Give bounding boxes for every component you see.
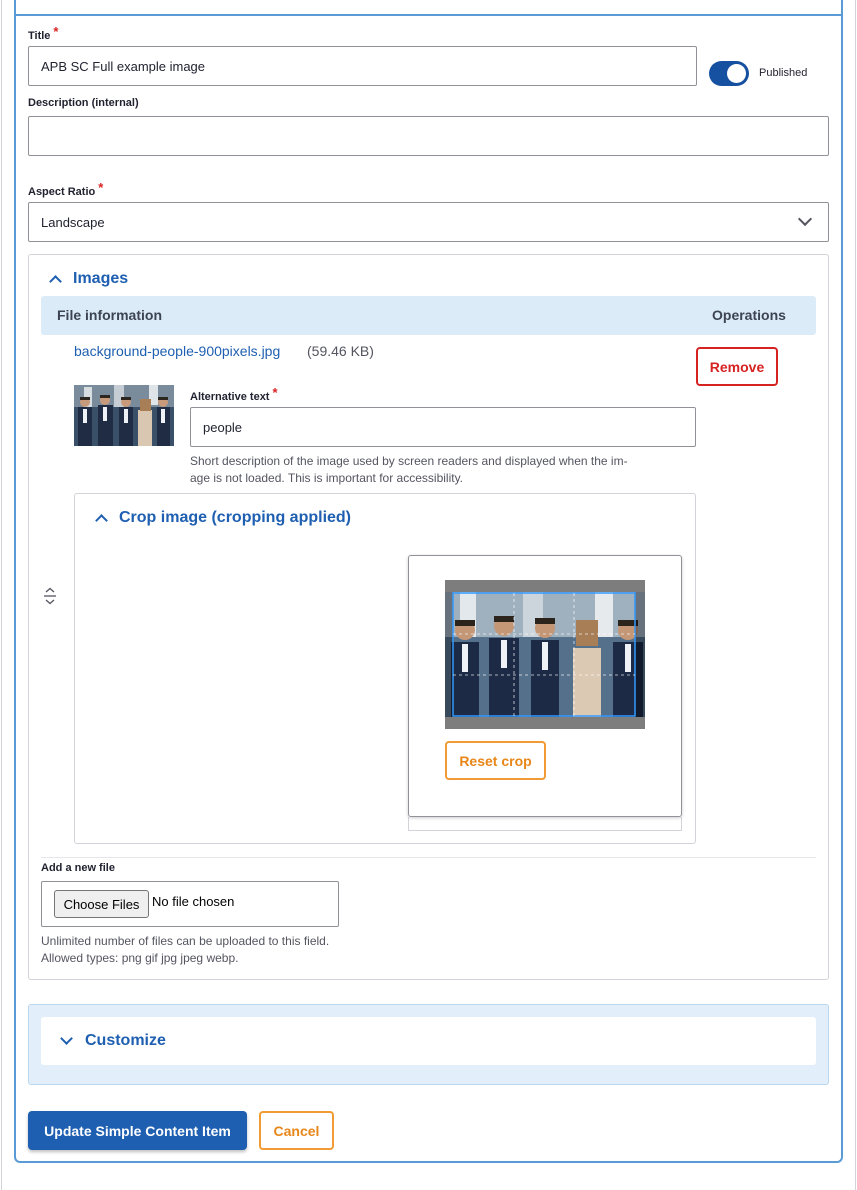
divider: [41, 857, 816, 858]
drag-handle-icon[interactable]: [42, 586, 58, 606]
aspect-ratio-label-text: Aspect Ratio: [28, 186, 96, 198]
customize-summary[interactable]: Customize: [85, 1032, 166, 1050]
cancel-button[interactable]: Cancel: [259, 1111, 334, 1150]
alt-text-help-line-1: Short description of the image used by s…: [190, 454, 628, 468]
aspect-ratio-select[interactable]: Landscape: [28, 202, 829, 242]
remove-button[interactable]: Remove: [696, 347, 778, 386]
upload-help-line-1: Unlimited number of files can be uploade…: [41, 934, 330, 948]
title-label: Title *: [28, 24, 59, 42]
alt-text-help-line-2: age is not loaded. This is important for…: [190, 471, 464, 485]
description-label: Description (internal): [28, 97, 139, 109]
update-button[interactable]: Update Simple Content Item: [28, 1111, 247, 1150]
required-marker: *: [272, 385, 278, 400]
toggle-knob: [727, 64, 746, 83]
description-input[interactable]: [28, 116, 829, 156]
column-file-information: File information: [57, 307, 162, 323]
title-input-value: APB SC Full example image: [41, 58, 206, 74]
alt-text-input[interactable]: people: [190, 407, 696, 447]
file-upload-input[interactable]: Choose Files No file chosen: [41, 881, 339, 927]
required-marker: *: [98, 180, 104, 195]
upload-help-line-2: Allowed types: png gif jpg jpeg webp.: [41, 951, 239, 965]
upload-help: Unlimited number of files can be uploade…: [41, 933, 329, 967]
title-input[interactable]: APB SC Full example image: [28, 46, 697, 86]
published-label: Published: [759, 67, 808, 79]
alt-text-label: Alternative text *: [190, 385, 278, 403]
file-link[interactable]: background-people-900pixels.jpg: [74, 343, 280, 359]
images-summary[interactable]: Images: [73, 270, 128, 288]
choose-files-button[interactable]: Choose Files: [54, 890, 149, 918]
aspect-ratio-label: Aspect Ratio *: [28, 180, 104, 198]
alt-text-value: people: [203, 419, 243, 435]
published-toggle[interactable]: [709, 61, 749, 86]
crop-summary[interactable]: Crop image (cropping applied): [119, 509, 351, 527]
crop-panel-shadow: [408, 817, 682, 831]
file-size: (59.46 KB): [307, 343, 374, 359]
aspect-ratio-value: Landscape: [41, 214, 105, 230]
required-marker: *: [53, 24, 59, 39]
reset-crop-button[interactable]: Reset crop: [445, 741, 546, 780]
image-thumbnail: [74, 385, 174, 446]
title-label-text: Title: [28, 30, 51, 42]
file-table-header: File information Operations: [41, 296, 816, 335]
alt-text-help: Short description of the image used by s…: [190, 453, 696, 487]
crop-area[interactable]: [445, 580, 645, 729]
no-file-text: No file chosen: [152, 894, 235, 909]
alt-text-label-text: Alternative text: [190, 391, 270, 403]
column-operations: Operations: [712, 307, 786, 323]
fieldset-top-border: [14, 14, 843, 16]
add-file-label: Add a new file: [41, 862, 115, 874]
